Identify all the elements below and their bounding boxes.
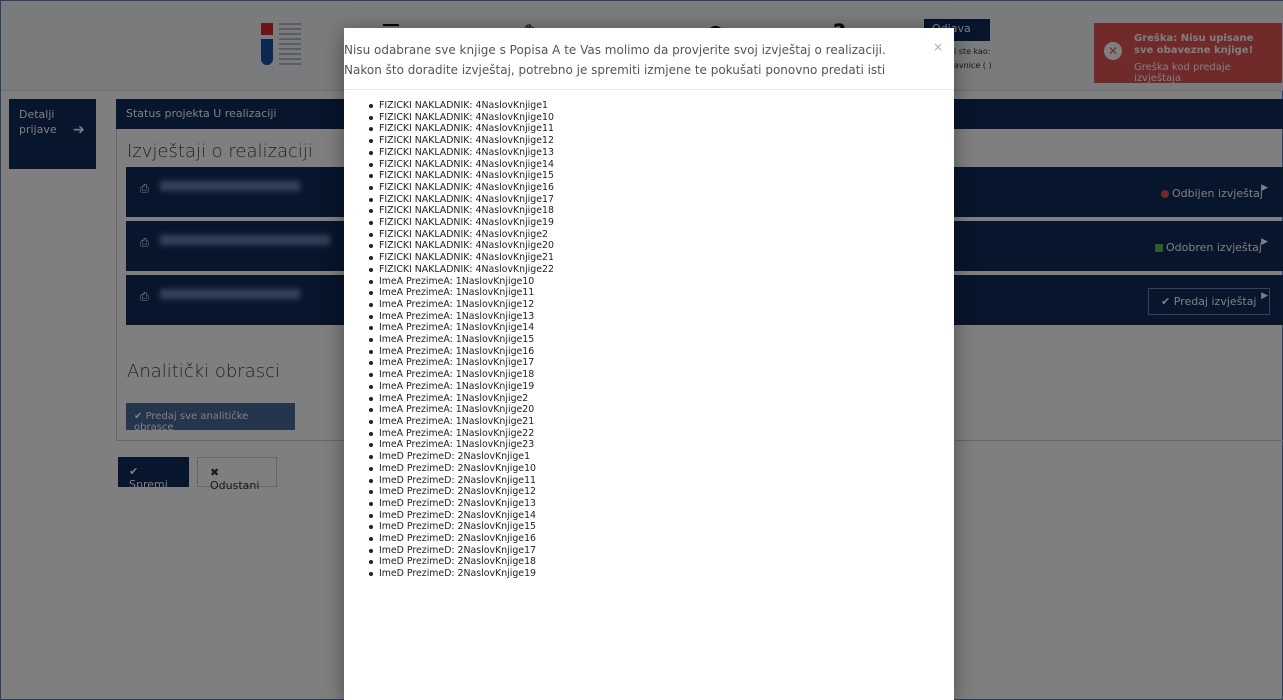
modal-message: Nisu odabrane sve knjige s Popisa A te V…: [344, 43, 886, 77]
list-item: ImeD PrezimeD: 2NaslovKnjige11: [367, 475, 927, 487]
list-item: ImeD PrezimeD: 2NaslovKnjige15: [367, 521, 927, 533]
list-item: FIZICKI NAKLADNIK: 4NaslovKnjige14: [367, 159, 927, 171]
list-item: ImeA PrezimeA: 1NaslovKnjige21: [367, 416, 927, 428]
list-item: ImeA PrezimeA: 1NaslovKnjige19: [367, 381, 927, 393]
list-item: ImeA PrezimeA: 1NaslovKnjige10: [367, 276, 927, 288]
list-item: FIZICKI NAKLADNIK: 4NaslovKnjige18: [367, 205, 927, 217]
list-item: ImeD PrezimeD: 2NaslovKnjige13: [367, 498, 927, 510]
list-item: ImeD PrezimeD: 2NaslovKnjige12: [367, 486, 927, 498]
list-item: ImeA PrezimeA: 1NaslovKnjige11: [367, 287, 927, 299]
list-item: ImeA PrezimeA: 1NaslovKnjige13: [367, 311, 927, 323]
list-item: ImeA PrezimeA: 1NaslovKnjige16: [367, 346, 927, 358]
modal-header: Nisu odabrane sve knjige s Popisa A te V…: [344, 28, 954, 90]
list-item: FIZICKI NAKLADNIK: 4NaslovKnjige15: [367, 170, 927, 182]
list-item: ImeA PrezimeA: 1NaslovKnjige17: [367, 357, 927, 369]
list-item: ImeD PrezimeD: 2NaslovKnjige1: [367, 451, 927, 463]
list-item: FIZICKI NAKLADNIK: 4NaslovKnjige2: [367, 229, 927, 241]
list-item: ImeA PrezimeA: 1NaslovKnjige23: [367, 439, 927, 451]
list-item: FIZICKI NAKLADNIK: 4NaslovKnjige1: [367, 100, 927, 112]
list-item: FIZICKI NAKLADNIK: 4NaslovKnjige16: [367, 182, 927, 194]
list-item: ImeD PrezimeD: 2NaslovKnjige16: [367, 533, 927, 545]
list-item: ImeD PrezimeD: 2NaslovKnjige17: [367, 545, 927, 557]
list-item: FIZICKI NAKLADNIK: 4NaslovKnjige13: [367, 147, 927, 159]
list-item: ImeA PrezimeA: 1NaslovKnjige14: [367, 322, 927, 334]
list-item: ImeA PrezimeA: 1NaslovKnjige2: [367, 393, 927, 405]
close-icon[interactable]: ×: [933, 40, 943, 54]
list-item: FIZICKI NAKLADNIK: 4NaslovKnjige22: [367, 264, 927, 276]
list-item: ImeA PrezimeA: 1NaslovKnjige15: [367, 334, 927, 346]
list-item: ImeD PrezimeD: 2NaslovKnjige10: [367, 463, 927, 475]
list-item: FIZICKI NAKLADNIK: 4NaslovKnjige21: [367, 252, 927, 264]
list-item: FIZICKI NAKLADNIK: 4NaslovKnjige10: [367, 112, 927, 124]
list-item: ImeD PrezimeD: 2NaslovKnjige14: [367, 510, 927, 522]
list-item: ImeA PrezimeA: 1NaslovKnjige22: [367, 428, 927, 440]
list-item: FIZICKI NAKLADNIK: 4NaslovKnjige17: [367, 194, 927, 206]
list-item: ImeA PrezimeA: 1NaslovKnjige20: [367, 404, 927, 416]
missing-books-modal: Nisu odabrane sve knjige s Popisa A te V…: [344, 28, 954, 700]
list-item: ImeA PrezimeA: 1NaslovKnjige12: [367, 299, 927, 311]
list-item: ImeA PrezimeA: 1NaslovKnjige18: [367, 369, 927, 381]
list-item: FIZICKI NAKLADNIK: 4NaslovKnjige12: [367, 135, 927, 147]
list-item: FIZICKI NAKLADNIK: 4NaslovKnjige11: [367, 123, 927, 135]
list-item: FIZICKI NAKLADNIK: 4NaslovKnjige19: [367, 217, 927, 229]
missing-books-list: FIZICKI NAKLADNIK: 4NaslovKnjige1 FIZICKI…: [367, 100, 927, 580]
list-item: ImeD PrezimeD: 2NaslovKnjige19: [367, 568, 927, 580]
list-item: ImeD PrezimeD: 2NaslovKnjige18: [367, 556, 927, 568]
list-item: FIZICKI NAKLADNIK: 4NaslovKnjige20: [367, 240, 927, 252]
